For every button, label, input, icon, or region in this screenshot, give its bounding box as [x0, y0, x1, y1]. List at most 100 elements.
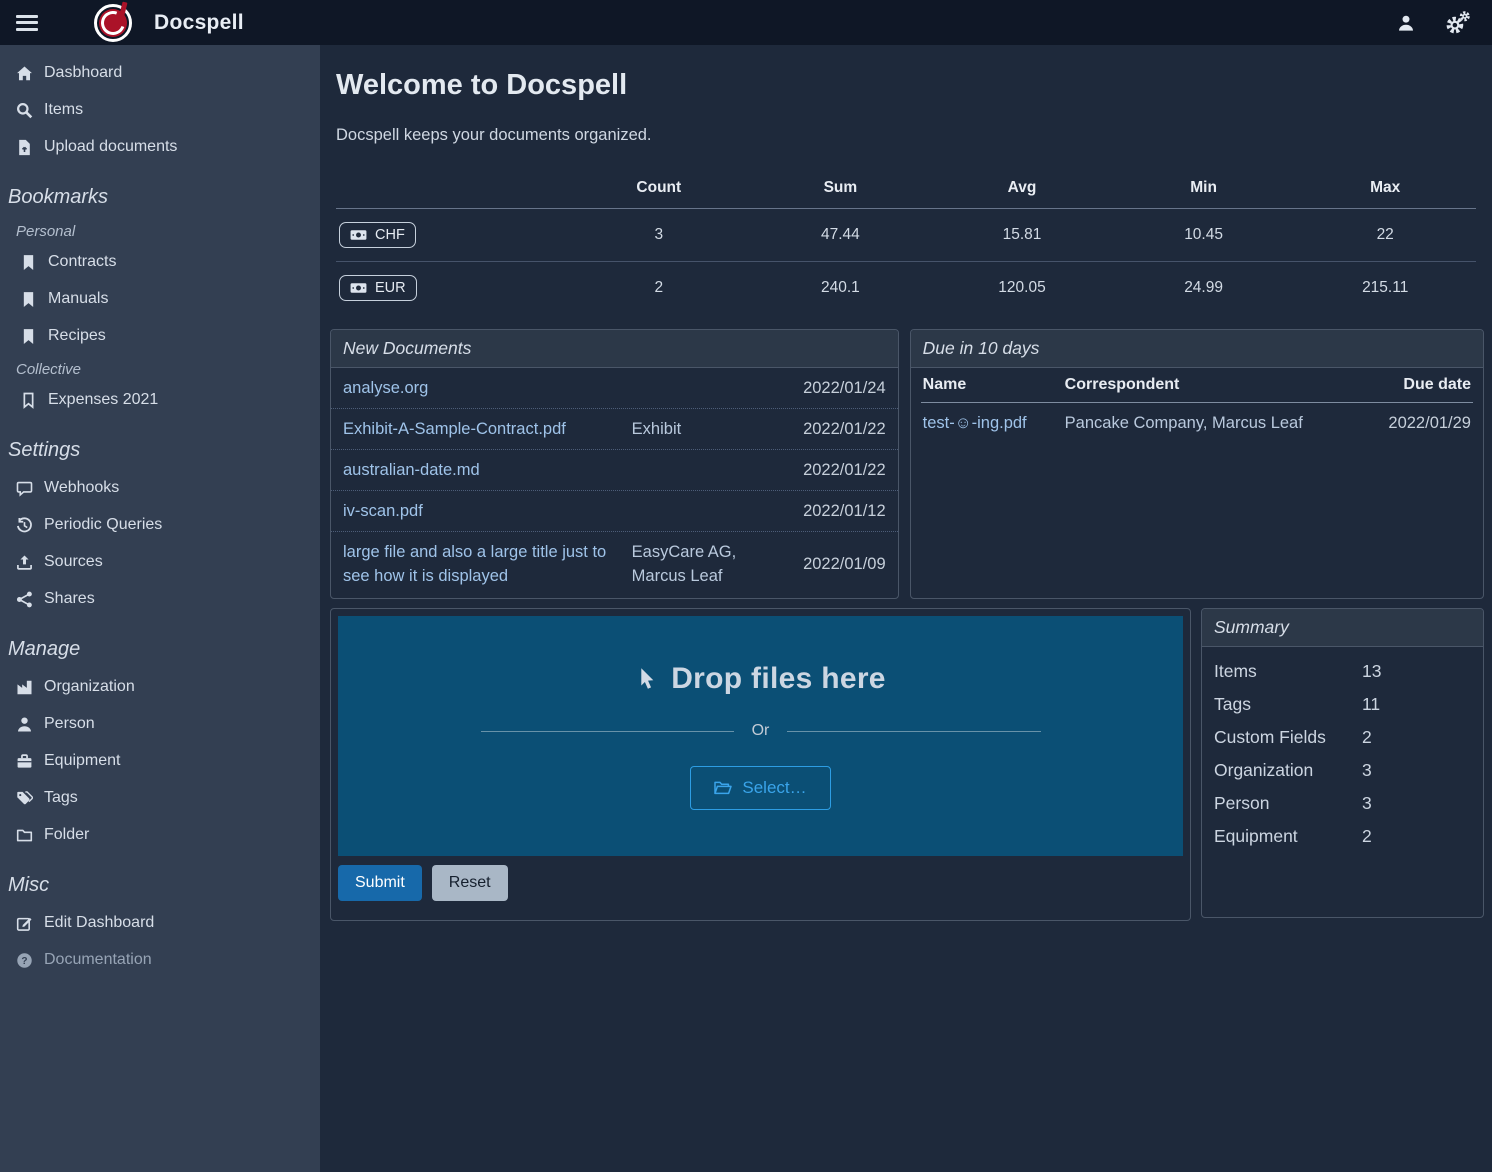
sidebar-item-label: Webhooks: [44, 479, 119, 497]
document-link[interactable]: australian-date.md: [343, 458, 632, 482]
select-files-button[interactable]: Select…: [690, 766, 830, 810]
sidebar-item-folder[interactable]: Folder: [0, 821, 320, 849]
sidebar-item-edit-dashboard[interactable]: Edit Dashboard: [0, 909, 320, 937]
summary-row: Organization 3: [1202, 754, 1483, 787]
sidebar-item-tags[interactable]: Tags: [0, 784, 320, 812]
currency-badge: CHF: [339, 222, 416, 248]
app-window: Docspell Dasbhoard: [0, 0, 1492, 1172]
sidebar-section-manage: Manage: [0, 622, 320, 673]
stats-cell: 15.81: [931, 209, 1113, 262]
hamburger-menu-icon[interactable]: [14, 8, 48, 38]
due-row: test-☺-ing.pdf Pancake Company, Marcus L…: [921, 403, 1473, 444]
document-row: analyse.org 2022/01/24: [331, 368, 898, 409]
document-date: 2022/01/09: [790, 552, 886, 576]
sidebar-item-equipment[interactable]: Equipment: [0, 747, 320, 775]
summary-label: Organization: [1214, 760, 1362, 781]
share-icon: [16, 591, 33, 608]
summary-row: Custom Fields 2: [1202, 721, 1483, 754]
summary-value: 3: [1362, 793, 1471, 814]
sidebar-item-label: Person: [44, 715, 95, 733]
sidebar-section-settings: Settings: [0, 423, 320, 474]
sidebar-item-webhooks[interactable]: Webhooks: [0, 474, 320, 502]
sidebar-item-label: Items: [44, 101, 83, 119]
summary-value: 2: [1362, 727, 1471, 748]
document-row: iv-scan.pdf 2022/01/12: [331, 491, 898, 532]
sidebar-item-shares[interactable]: Shares: [0, 585, 320, 613]
summary-label: Equipment: [1214, 826, 1362, 847]
sidebar-item-upload-documents[interactable]: Upload documents: [0, 133, 320, 161]
sidebar-item-manuals[interactable]: Manuals: [0, 285, 320, 313]
sidebar-item-dashboard[interactable]: Dasbhoard: [0, 59, 320, 87]
summary-label: Tags: [1214, 694, 1362, 715]
document-row: large file and also a large title just t…: [331, 532, 898, 596]
stats-header-sum: Sum: [750, 173, 932, 209]
sidebar-section-bookmarks: Bookmarks: [0, 170, 320, 221]
sidebar-item-expenses-2021[interactable]: Expenses 2021: [0, 386, 320, 414]
stats-corner: [336, 173, 568, 209]
gears-icon[interactable]: [1445, 10, 1470, 35]
document-row: Exhibit-A-Sample-Contract.pdf Exhibit 20…: [331, 409, 898, 450]
search-icon: [16, 102, 33, 119]
main-content: Welcome to Docspell Docspell keeps your …: [320, 45, 1492, 1172]
edit-icon: [16, 915, 33, 932]
document-date: 2022/01/22: [790, 458, 886, 482]
sidebar-item-label: Equipment: [44, 752, 121, 770]
due-header-due-date: Due date: [1351, 376, 1471, 394]
history-icon: [16, 517, 33, 534]
document-date: 2022/01/22: [790, 417, 886, 441]
stats-cell: 215.11: [1294, 262, 1476, 314]
currency-badge: EUR: [339, 275, 417, 301]
bookmarks-group-collective: Collective: [0, 359, 320, 386]
stats-cell: 24.99: [1113, 262, 1295, 314]
stats-cell: 240.1: [750, 262, 932, 314]
reset-button[interactable]: Reset: [432, 865, 508, 901]
money-bill-icon: [350, 282, 367, 294]
folder-open-icon: [714, 781, 732, 795]
stats-header-avg: Avg: [931, 173, 1113, 209]
upload-icon: [16, 554, 33, 571]
mouse-pointer-icon: [635, 667, 659, 691]
document-link[interactable]: large file and also a large title just t…: [343, 540, 632, 588]
bookmark-icon: [20, 254, 37, 271]
due-table-header: Name Correspondent Due date: [921, 368, 1473, 403]
sidebar-item-periodic-queries[interactable]: Periodic Queries: [0, 511, 320, 539]
sidebar-item-label: Expenses 2021: [48, 391, 158, 409]
sidebar-item-contracts[interactable]: Contracts: [0, 248, 320, 276]
summary-row: Equipment 2: [1202, 820, 1483, 853]
document-link[interactable]: iv-scan.pdf: [343, 499, 632, 523]
bookmark-outline-icon: [20, 392, 37, 409]
sidebar-item-label: Organization: [44, 678, 135, 696]
stats-cell: 47.44: [750, 209, 932, 262]
submit-button[interactable]: Submit: [338, 865, 422, 901]
stats-cell: 10.45: [1113, 209, 1295, 262]
stats-cell: 3: [568, 209, 750, 262]
app-title: Docspell: [154, 11, 244, 35]
document-correspondent: Pancake Company, Marcus Leaf: [1065, 414, 1351, 433]
document-correspondent: EasyCare AG, Marcus Leaf: [632, 540, 790, 588]
sidebar-item-documentation[interactable]: ? Documentation: [0, 946, 320, 974]
sidebar-item-organization[interactable]: Organization: [0, 673, 320, 701]
equipment-icon: [16, 753, 33, 770]
summary-row: Tags 11: [1202, 688, 1483, 721]
stats-row-currency: EUR: [336, 262, 568, 314]
sidebar-item-label: Tags: [44, 789, 78, 807]
document-link[interactable]: analyse.org: [343, 376, 632, 400]
sidebar-item-sources[interactable]: Sources: [0, 548, 320, 576]
sidebar-item-recipes[interactable]: Recipes: [0, 322, 320, 350]
sidebar-item-items[interactable]: Items: [0, 96, 320, 124]
sidebar-item-person[interactable]: Person: [0, 710, 320, 738]
file-dropzone[interactable]: Drop files here Or Select…: [338, 616, 1183, 856]
sidebar-item-label: Sources: [44, 553, 103, 571]
document-correspondent: Exhibit: [632, 417, 790, 441]
stats-header-count: Count: [568, 173, 750, 209]
new-documents-panel: New Documents analyse.org 2022/01/24 Exh…: [330, 329, 899, 599]
docspell-logo-icon[interactable]: [94, 4, 132, 42]
summary-value: 11: [1362, 694, 1471, 715]
due-panel: Due in 10 days Name Correspondent Due da…: [910, 329, 1484, 599]
document-link[interactable]: Exhibit-A-Sample-Contract.pdf: [343, 417, 632, 441]
document-link[interactable]: test-☺-ing.pdf: [923, 414, 1065, 433]
due-header-name: Name: [923, 376, 1065, 394]
stats-cell: 120.05: [931, 262, 1113, 314]
folder-icon: [16, 827, 33, 844]
user-icon[interactable]: [1397, 14, 1415, 32]
